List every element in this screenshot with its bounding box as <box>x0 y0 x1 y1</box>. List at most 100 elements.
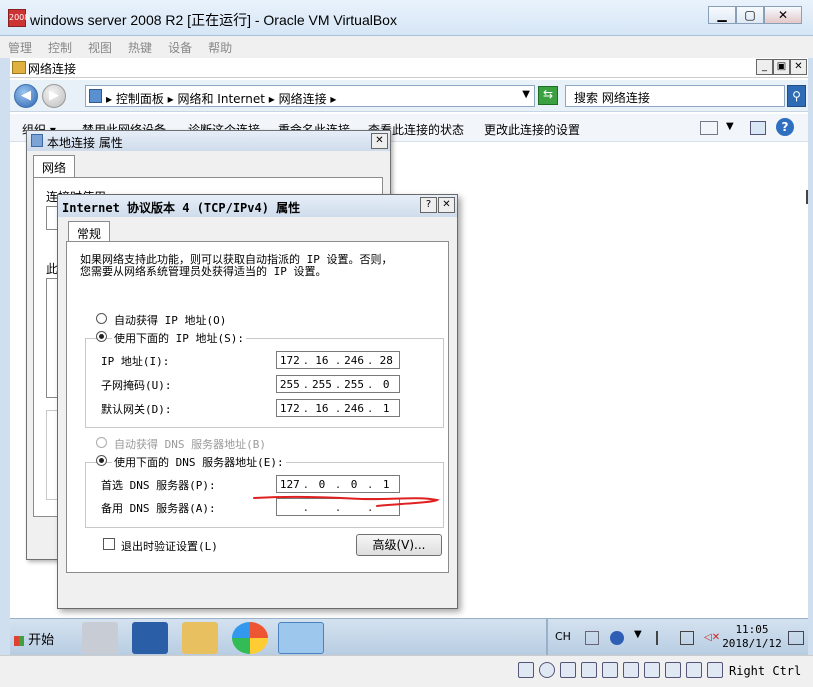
menu-item-devices[interactable]: 设备 <box>160 36 200 59</box>
help-icon[interactable] <box>610 631 624 645</box>
ip-octet: 255 <box>344 377 365 391</box>
ip-manual-radio[interactable] <box>96 331 107 342</box>
flag-icon[interactable] <box>656 631 670 645</box>
guest-screen: 网络连接 _ ▣ ✕ ◀ ▶ ▸ 控制面板 ▸ 网络和 Internet ▸ 网… <box>10 58 808 655</box>
search-input[interactable]: 搜索 网络连接 <box>565 85 785 107</box>
preview-pane-icon[interactable] <box>750 121 766 135</box>
back-button[interactable]: ◀ <box>14 84 38 108</box>
dns-auto-radio[interactable] <box>96 437 107 448</box>
ip-octet: 172 <box>279 401 300 415</box>
explorer-icon[interactable] <box>182 622 218 654</box>
explorer-minimize-button[interactable]: _ <box>756 59 773 75</box>
guest-taskbar: 开始 CH ▼ ◁✕ 11:05 2018/1/12 <box>10 618 808 655</box>
ip-octet: 16 <box>315 401 329 415</box>
explorer-restore-button[interactable]: ▣ <box>773 59 790 75</box>
refresh-icon[interactable]: ⇆ <box>538 86 558 105</box>
vbox-app-icon: 2008 <box>8 9 29 27</box>
mouse-integration-icon[interactable] <box>707 662 723 678</box>
chevron-down-icon[interactable]: ▼ <box>634 629 642 640</box>
close-button[interactable]: ✕ <box>764 6 802 24</box>
subnet-mask-input[interactable]: 255. 255. 255. 0 <box>276 375 400 393</box>
ip-manual-label[interactable]: 使用下面的 IP 地址(S): <box>112 330 246 346</box>
menu-item-control[interactable]: 控制 <box>40 36 80 59</box>
dialog-close-button[interactable]: ✕ <box>371 133 388 149</box>
dialog-help-button[interactable]: ? <box>420 197 437 213</box>
powershell-icon[interactable] <box>132 622 168 654</box>
menu-item-view[interactable]: 视图 <box>80 36 120 59</box>
ip-octet: 172 <box>279 353 300 367</box>
server-manager-icon[interactable] <box>82 622 118 654</box>
volume-muted-icon[interactable]: ◁✕ <box>704 631 720 645</box>
view-options-icon[interactable] <box>700 121 718 135</box>
chevron-down-icon[interactable]: ▼ <box>726 121 734 132</box>
video-capture-icon[interactable] <box>665 662 681 678</box>
red-annotation-stroke <box>253 495 440 507</box>
minimize-button[interactable]: ▁ <box>708 6 736 24</box>
usb-icon[interactable] <box>602 662 618 678</box>
host-key-indicator: Right Ctrl <box>729 664 802 678</box>
dns-manual-radio[interactable] <box>96 455 107 466</box>
display-icon[interactable] <box>644 662 660 678</box>
show-desktop-icon[interactable] <box>788 631 804 645</box>
change-settings-button[interactable]: 更改此连接的设置 <box>484 121 580 138</box>
vbox-window-title: windows server 2008 R2 [正在运行] - Oracle V… <box>30 12 397 28</box>
folder-icon <box>12 61 26 74</box>
tab-general[interactable]: 常规 <box>68 221 111 242</box>
chrome-icon[interactable] <box>232 622 268 654</box>
ip-octet: 28 <box>379 353 393 367</box>
ip-octet: 1 <box>382 401 390 415</box>
control-panel-icon <box>89 89 102 103</box>
forward-button[interactable]: ▶ <box>42 84 66 108</box>
advanced-button[interactable]: 高级(V)... <box>356 534 442 556</box>
ip-auto-radio[interactable] <box>96 313 107 324</box>
ip-octet: 246 <box>344 401 365 415</box>
menu-item-hotkey[interactable]: 热键 <box>120 36 160 59</box>
explorer-close-button[interactable]: ✕ <box>790 59 807 75</box>
hard-disk-icon[interactable] <box>518 662 534 678</box>
alternate-dns-label: 备用 DNS 服务器(A): <box>101 502 216 515</box>
shared-folders-icon[interactable] <box>623 662 639 678</box>
subnet-mask-label: 子网掩码(U): <box>101 379 172 392</box>
start-button[interactable]: 开始 <box>12 625 60 651</box>
maximize-button[interactable]: ▢ <box>736 6 764 24</box>
ip-octet: 0 <box>382 377 390 391</box>
network-icon[interactable] <box>581 662 597 678</box>
address-input[interactable]: ▸ 控制面板 ▸ 网络和 Internet ▸ 网络连接 ▸ ▼ <box>85 85 535 107</box>
network-tray-icon[interactable] <box>680 631 694 645</box>
ip-octet: 127 <box>279 477 300 491</box>
vbox-status-bar: Right Ctrl <box>0 655 813 687</box>
keyboard-icon[interactable] <box>585 631 599 645</box>
clock[interactable]: 11:05 2018/1/12 <box>722 623 782 651</box>
dialog-title: Internet 协议版本 4 (TCP/IPv4) 属性 <box>62 201 301 215</box>
validate-label[interactable]: 退出时验证设置(L) <box>121 538 218 554</box>
ip-octet: 246 <box>344 353 365 367</box>
menu-item-manage[interactable]: 管理 <box>0 36 40 59</box>
search-icon[interactable]: ⚲ <box>787 85 806 107</box>
network-icon <box>31 134 43 147</box>
help-icon[interactable]: ? <box>776 118 794 136</box>
cpu-icon[interactable] <box>686 662 702 678</box>
audio-icon[interactable] <box>560 662 576 678</box>
dns-manual-label[interactable]: 使用下面的 DNS 服务器地址(E): <box>112 454 286 470</box>
dns-auto-label[interactable]: 自动获得 DNS 服务器地址(B) <box>114 436 266 452</box>
dialog-close-button[interactable]: ✕ <box>438 197 455 213</box>
breadcrumb[interactable]: ▸ 控制面板 ▸ 网络和 Internet ▸ 网络连接 ▸ <box>106 90 336 107</box>
ip-octet: 255 <box>279 377 300 391</box>
network-connections-taskbar-icon[interactable] <box>278 622 324 654</box>
explorer-title: 网络连接 <box>28 62 77 76</box>
ip-octet: 0 <box>318 477 326 491</box>
default-gateway-input[interactable]: 172. 16. 246. 1 <box>276 399 400 417</box>
validate-checkbox[interactable] <box>103 538 115 550</box>
menu-item-help[interactable]: 帮助 <box>200 36 240 59</box>
tab-network[interactable]: 网络 <box>33 155 76 179</box>
language-indicator[interactable]: CH <box>555 630 571 643</box>
ip-octet: 0 <box>350 477 358 491</box>
dialog-title: 本地连接 属性 <box>47 136 123 150</box>
ip-address-input[interactable]: 172. 16. 246. 28 <box>276 351 400 369</box>
ipv4-properties-dialog: Internet 协议版本 4 (TCP/IPv4) 属性 ? ✕ 常规 如果网… <box>57 194 458 655</box>
chevron-down-icon[interactable]: ▼ <box>522 89 530 100</box>
vbox-menu-bar: 管理 控制 视图 热键 设备 帮助 <box>0 36 813 58</box>
ip-auto-label[interactable]: 自动获得 IP 地址(O) <box>114 312 226 328</box>
clock-time: 11:05 <box>735 623 769 636</box>
optical-drive-icon[interactable] <box>539 662 555 678</box>
